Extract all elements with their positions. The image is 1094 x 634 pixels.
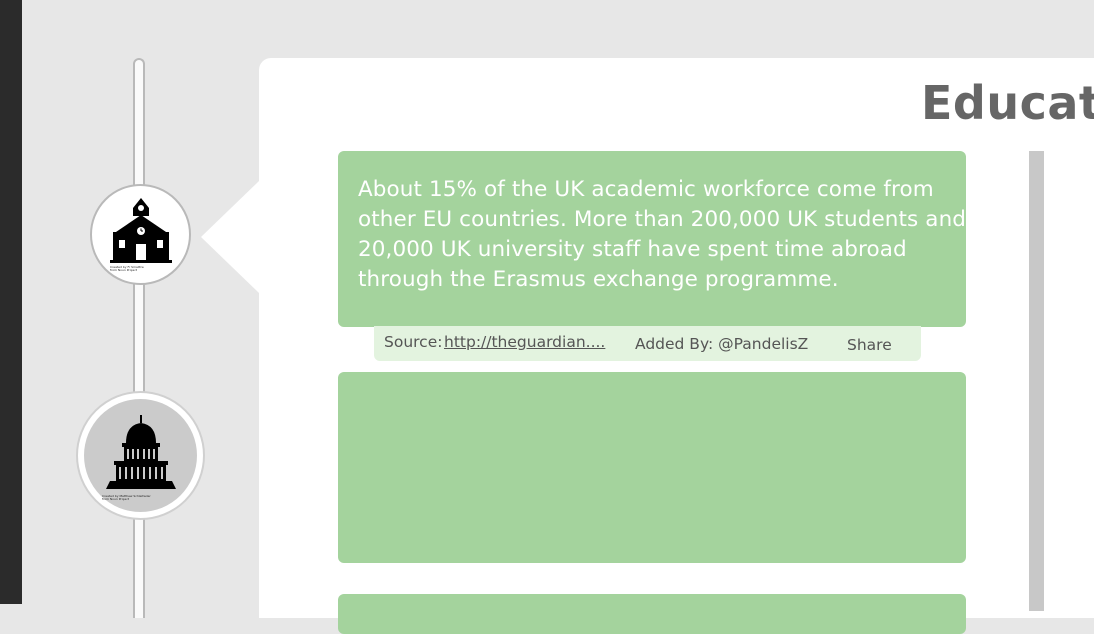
share-button[interactable]: Share [847,336,892,354]
fact-card [338,372,966,563]
icon-credit: Created by Matthew Schleitwiler from Nou… [102,494,151,501]
capitol-node-inner: Created by Matthew Schleitwiler from Nou… [84,399,197,512]
fact-card [338,594,966,634]
page-title: Educati [921,76,1094,130]
source-link[interactable]: http://theguardian.... [444,333,605,351]
fact-card: About 15% of the UK academic workforce c… [338,151,966,327]
timeline-rail [133,58,145,618]
fact-text: About 15% of the UK academic workforce c… [358,177,967,292]
fact-meta-bar: Source: http://theguardian.... Added By:… [374,326,921,361]
capitol-icon [105,414,176,489]
scrollbar[interactable] [1029,151,1044,611]
panel-pointer [201,181,259,293]
source-label: Source: [384,333,443,351]
icon-credit: Created by Fr Smalltre from Noun Project [110,265,144,272]
timeline-node-education[interactable]: Created by Fr Smalltre from Noun Project [90,184,191,285]
added-by-text: Added By: @PandelisZ [635,335,809,353]
window-left-edge [0,0,22,604]
school-icon [109,197,172,263]
timeline-node-government[interactable]: Created by Matthew Schleitwiler from Nou… [76,391,205,520]
